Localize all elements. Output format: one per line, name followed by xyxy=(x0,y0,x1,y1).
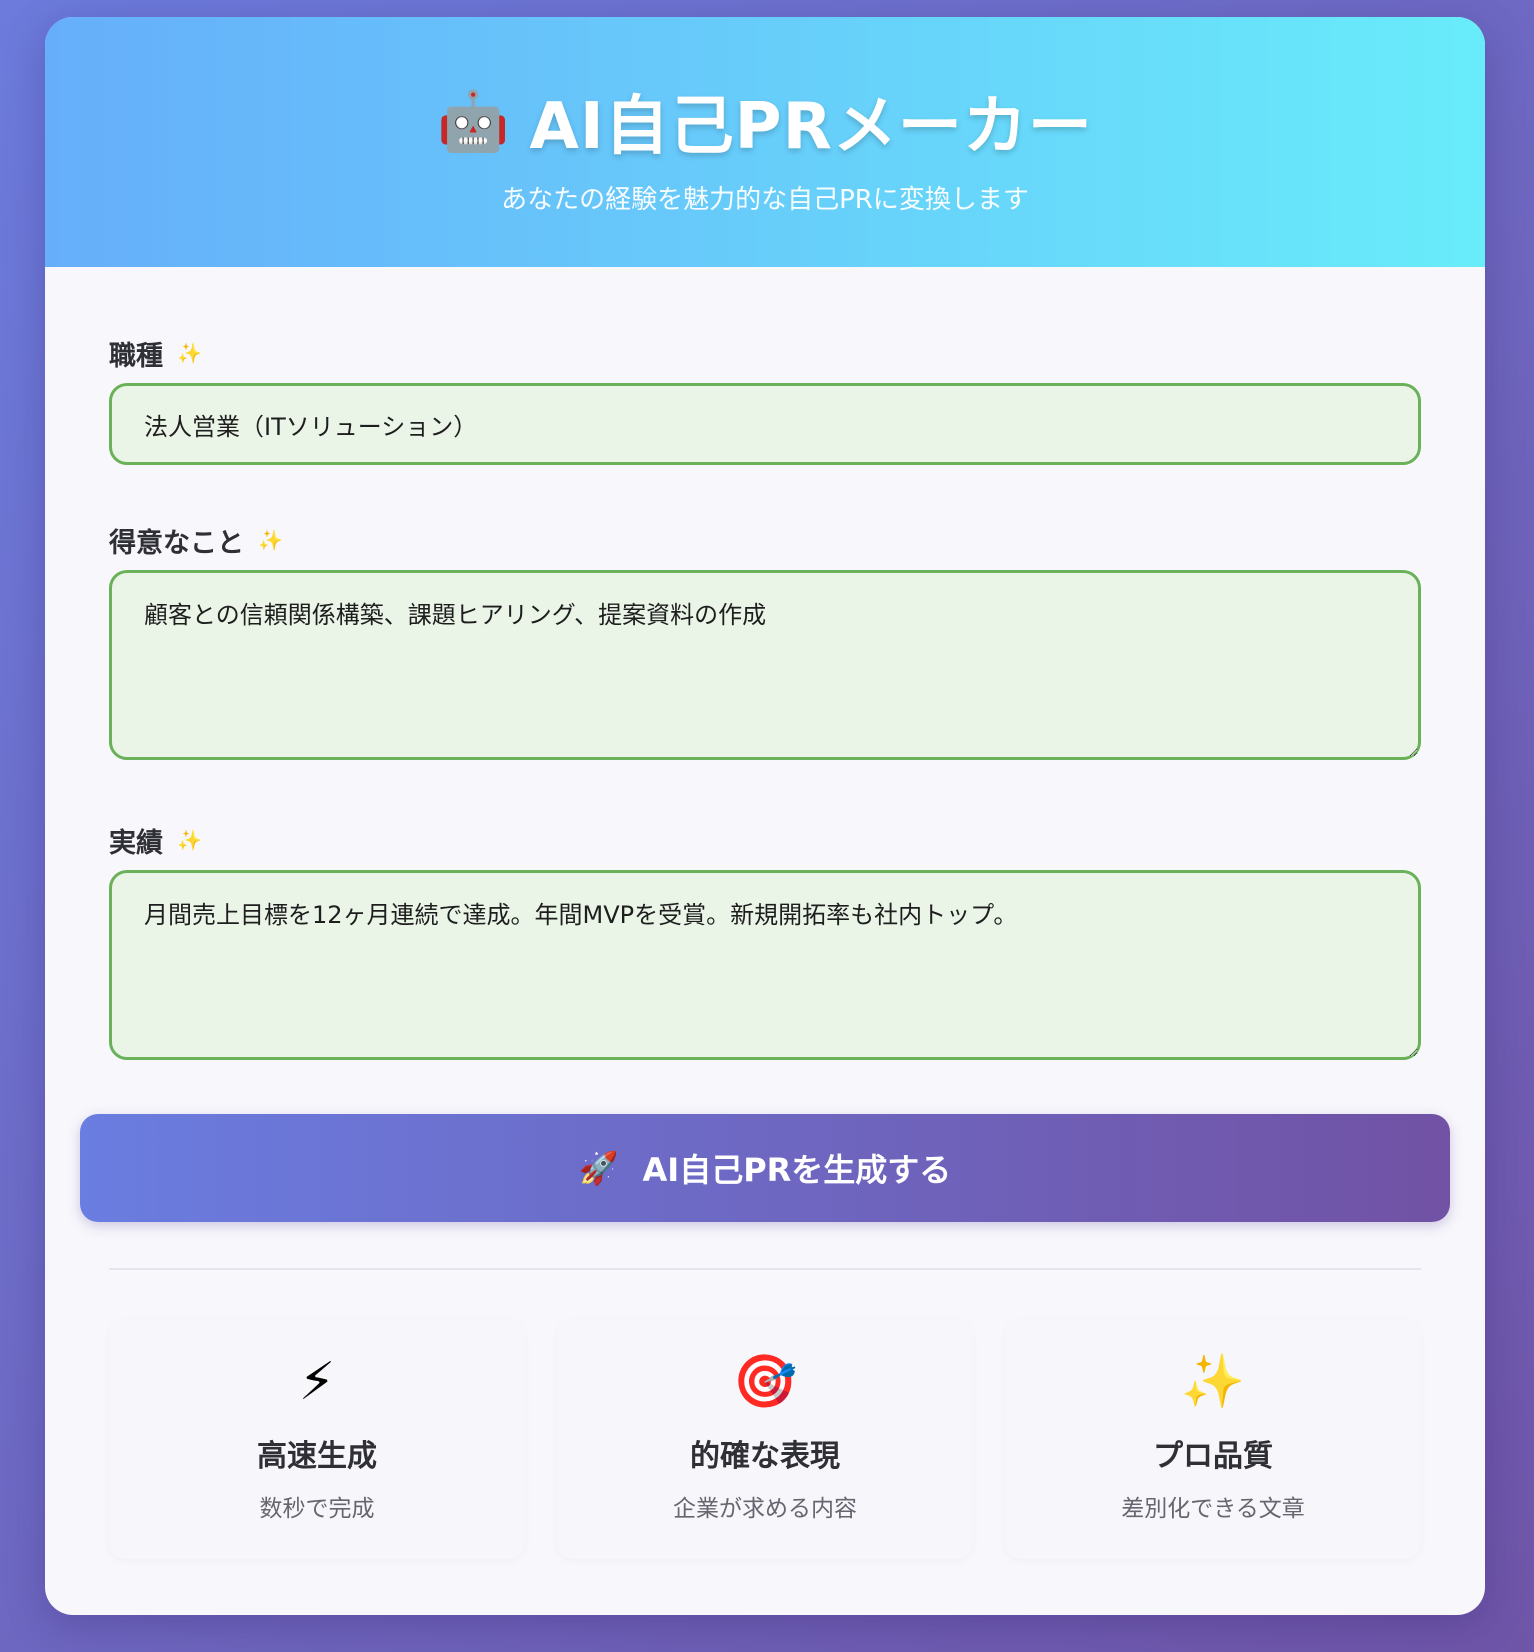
feature-title: 的確な表現 xyxy=(690,1439,840,1474)
sparkles-icon: ✨ xyxy=(1180,1352,1246,1412)
sparkle-icon: ✨ xyxy=(177,341,202,365)
feature-card-quality: ✨ プロ品質 差別化できる文章 xyxy=(1005,1319,1421,1559)
feature-title: 高速生成 xyxy=(257,1439,377,1474)
feature-desc: 差別化できる文章 xyxy=(1121,1496,1305,1522)
sparkle-icon: ✨ xyxy=(177,828,202,852)
feature-title: プロ品質 xyxy=(1153,1439,1273,1474)
main-card: 🤖 AI自己PRメーカー あなたの経験を魅力的な自己PRに変換します 職種 ✨ … xyxy=(45,17,1485,1615)
generate-button-label: AI自己PRを生成する xyxy=(642,1151,952,1189)
robot-icon: 🤖 xyxy=(437,87,510,155)
achievements-label-row: 実績 ✨ xyxy=(109,820,1421,860)
strengths-label-row: 得意なこと ✨ xyxy=(109,520,1421,560)
feature-card-accuracy: 🎯 的確な表現 企業が求める内容 xyxy=(557,1319,973,1559)
feature-desc: 企業が求める内容 xyxy=(673,1496,857,1522)
job-field-group: 職種 ✨ xyxy=(109,333,1421,465)
divider xyxy=(109,1268,1421,1270)
feature-card-speed: ⚡ 高速生成 数秒で完成 xyxy=(109,1319,525,1559)
header: 🤖 AI自己PRメーカー あなたの経験を魅力的な自己PRに変換します xyxy=(45,17,1485,267)
target-icon: 🎯 xyxy=(732,1352,798,1412)
job-label: 職種 xyxy=(109,340,163,372)
sparkle-icon: ✨ xyxy=(258,528,283,552)
achievements-field-group: 実績 ✨ 月間売上目標を12ヶ月連続で達成。年間MVPを受賞。新規開拓率も社内ト… xyxy=(109,820,1421,1064)
job-input[interactable] xyxy=(109,383,1421,465)
features-row: ⚡ 高速生成 数秒で完成 🎯 的確な表現 企業が求める内容 ✨ プロ品質 差別化… xyxy=(109,1319,1421,1559)
achievements-label: 実績 xyxy=(109,827,163,859)
rocket-icon: 🚀 xyxy=(578,1149,619,1187)
strengths-label: 得意なこと xyxy=(109,527,244,559)
feature-desc: 数秒で完成 xyxy=(259,1496,375,1522)
job-label-row: 職種 ✨ xyxy=(109,333,1421,373)
strengths-field-group: 得意なこと ✨ 顧客との信頼関係構築、課題ヒアリング、提案資料の作成 xyxy=(109,520,1421,764)
lightning-icon: ⚡ xyxy=(298,1352,336,1412)
page-title: AI自己PRメーカー xyxy=(529,90,1093,164)
strengths-textarea[interactable]: 顧客との信頼関係構築、課題ヒアリング、提案資料の作成 xyxy=(109,570,1421,760)
achievements-textarea[interactable]: 月間売上目標を12ヶ月連続で達成。年間MVPを受賞。新規開拓率も社内トップ。 xyxy=(109,870,1421,1060)
title-row: 🤖 AI自己PRメーカー xyxy=(45,75,1485,167)
generate-pr-button[interactable]: 🚀 AI自己PRを生成する xyxy=(80,1114,1450,1222)
page-subtitle: あなたの経験を魅力的な自己PRに変換します xyxy=(501,185,1029,215)
